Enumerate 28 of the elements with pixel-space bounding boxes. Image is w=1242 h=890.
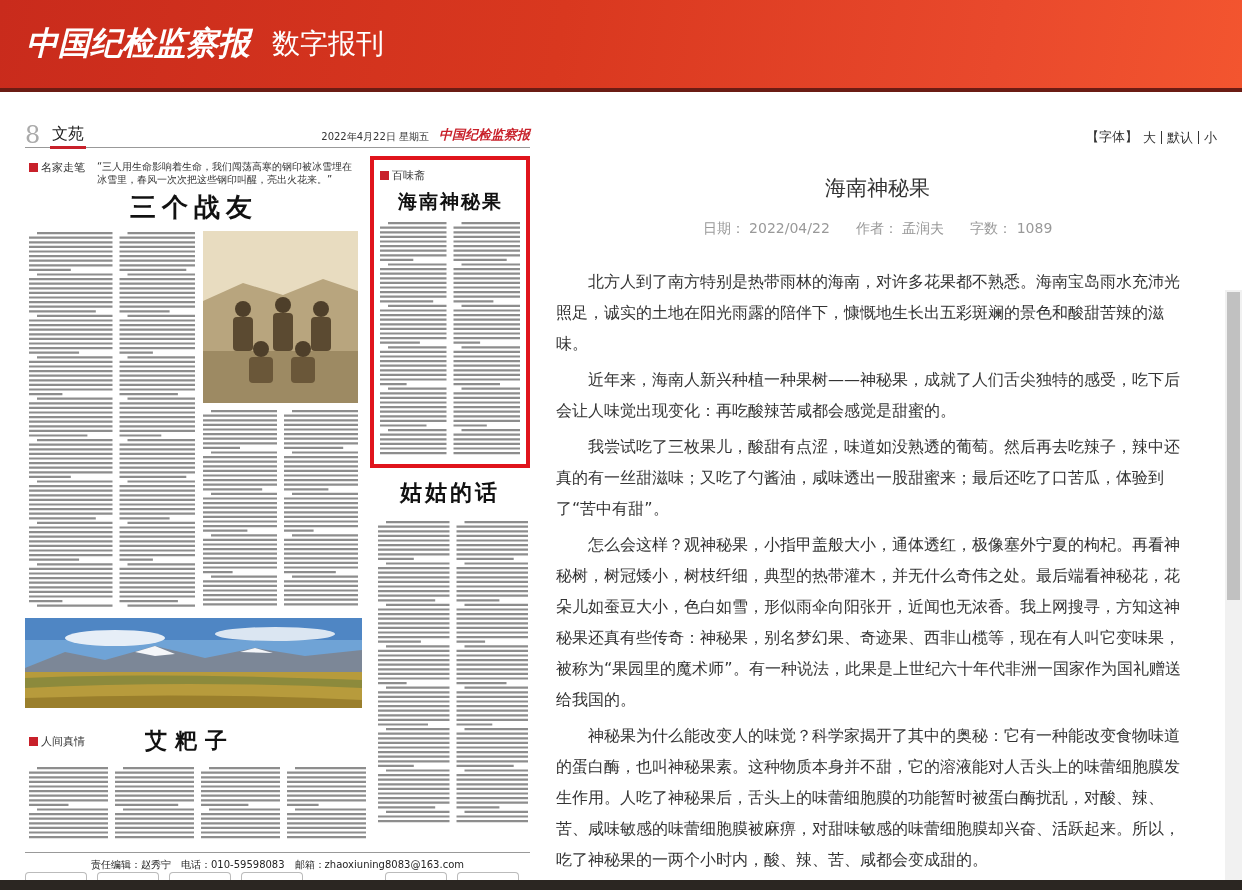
meta-item: 日期： 2022/04/22: [702, 220, 830, 238]
article-paragraph: 近年来，海南人新兴种植一种果树——神秘果，成就了人们舌尖独特的感受，吃下后会让人味觉出现变化：再吃酸辣苦咸都会感觉是甜蜜的。: [556, 369, 1181, 422]
font-size-option[interactable]: 小: [1198, 130, 1222, 144]
article-headline[interactable]: 姑姑的话: [378, 478, 522, 508]
pull-quote: “三人用生命影响着生命，我们闯荡高寒的钢印被冰雪埋在冰雪里，春风一次次把这些钢印叫醒，亮出火花来。”: [97, 160, 354, 186]
article-headline[interactable]: 海南神秘果: [380, 189, 520, 215]
article-headline[interactable]: 艾粑子: [145, 726, 235, 757]
font-size-option[interactable]: 大: [1138, 130, 1161, 144]
site-subtitle: 数字报刊: [272, 26, 384, 62]
font-size-label: 【字体】: [1086, 128, 1138, 146]
issue-date: 2022年4月22日 星期五: [321, 130, 429, 144]
masthead: 中国纪检监察报: [439, 126, 530, 144]
article-paragraph: 我尝试吃了三枚果儿，酸甜有点涩，味道如没熟透的葡萄。然后再去吃辣子，辣中还真的有一丝甜滋味；又吃了勺酱油，咸味透出一股甜蜜来；最后还吃了口苦瓜，体验到了“苦中有甜”。: [556, 436, 1181, 520]
page-number: 8: [25, 123, 41, 147]
column-label: 人间真情: [29, 733, 85, 749]
meta-item: 作者： 孟润夫: [855, 220, 945, 238]
font-size-option[interactable]: 默认: [1161, 130, 1198, 144]
editor-contact: 责任编辑：赵秀宁 电话：010-59598083 邮箱：zhaoxiuning8083@163.com: [90, 857, 465, 872]
section-title: 文苑: [50, 124, 87, 149]
article-headline[interactable]: 三个战友: [29, 190, 358, 225]
article-paragraph: 怎么会这样？观神秘果，小指甲盖般大小，通体透红，极像塞外宁夏的枸杞。再看神秘树，树冠矮小，树枝纤细，典型的热带灌木，并无什么奇伟之处。最后端看神秘花，花朵儿如蚕豆大小，色白如雪，形似雨伞向阳张开，近闻也无浓香。我上网搜寻，方知这神秘果还真有些传奇：神秘果，别名梦幻果、奇迹果、西非山榄等，现在有人叫它变味果，被称为“果园里的魔术师”。有一种说法，此果是上世纪六十年代非洲一国家作为国礼赠送给我国的。: [556, 534, 1182, 711]
article-paragraph: 神秘果为什么能改变人的味觉？科学家揭开了其中的奥秘：它有一种能改变食物味道的蛋白酶，也叫神秘果素。这种物质本身并不甜，它的溶液能对人舌头上的味蕾细胞膜发生作用。人吃了神秘果后，舌头上的味蕾细胞膜的功能暂时被蛋白酶扰乱，对酸、辣、苦、咸味敏感的味蕾细胞膜被麻痹，对甜味敏感的味蕾细胞膜却兴奋、活跃起来。所以，吃了神秘果的一两个小时内，酸、辣、苦、咸都会变成甜的。: [556, 725, 1181, 871]
article-title: 海南神秘果: [824, 175, 931, 202]
meta-item: 字数： 1089: [970, 220, 1053, 238]
article-paragraph: 北方人到了南方特别是热带雨林的海南，对许多花果都不熟悉。海南宝岛雨水充沛光照足，诚实的土地在阳光雨露的陪伴下，慷慨地生长出五彩斑斓的景色和酸甜苦辣的滋味。: [556, 271, 1181, 355]
column-label: 名家走笔: [29, 160, 85, 175]
logo[interactable]: 中国纪检监察报: [24, 23, 256, 65]
column-label: 百味斋: [380, 168, 520, 183]
